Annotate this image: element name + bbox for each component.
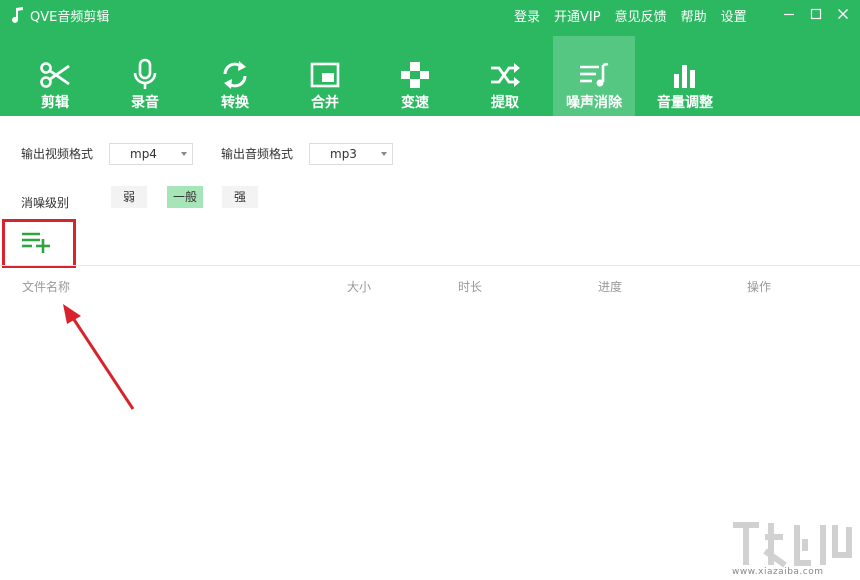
audio-format-value: mp3 bbox=[330, 147, 357, 161]
tool-label: 噪声消除 bbox=[566, 95, 622, 111]
column-duration: 时长 bbox=[458, 280, 483, 294]
tool-label: 合并 bbox=[311, 95, 339, 111]
video-format-value: mp4 bbox=[130, 147, 157, 161]
volume-bars-icon bbox=[668, 58, 702, 92]
tool-volume[interactable]: 音量调整 bbox=[644, 36, 726, 116]
tool-merge[interactable]: 合并 bbox=[284, 36, 366, 116]
tool-label: 录音 bbox=[131, 95, 159, 111]
tool-denoise[interactable]: 噪声消除 bbox=[553, 36, 635, 116]
tool-label: 提取 bbox=[491, 95, 519, 111]
close-icon[interactable] bbox=[830, 2, 856, 26]
tool-speed[interactable]: 变速 bbox=[374, 36, 456, 116]
video-format-select[interactable]: mp4 bbox=[109, 143, 193, 165]
level-strong-button[interactable]: 强 bbox=[222, 186, 258, 208]
top-links: 登录 开通VIP 意见反馈 帮助 设置 bbox=[514, 6, 761, 25]
denoise-level-label: 消噪级别 bbox=[21, 196, 70, 210]
level-normal-button[interactable]: 一般 bbox=[167, 186, 203, 208]
tool-label: 变速 bbox=[401, 95, 429, 111]
level-weak-button[interactable]: 弱 bbox=[111, 186, 147, 208]
denoise-icon bbox=[577, 58, 611, 92]
login-link[interactable]: 登录 bbox=[514, 6, 540, 25]
audio-format-select[interactable]: mp3 bbox=[309, 143, 393, 165]
column-filename: 文件名称 bbox=[22, 280, 71, 294]
tool-label: 转换 bbox=[221, 95, 249, 111]
watermark-text: www.xiazaiba.com bbox=[732, 567, 824, 577]
merge-icon bbox=[308, 58, 342, 92]
settings-link[interactable]: 设置 bbox=[721, 6, 747, 25]
title-bar: QVE音频剪辑 登录 开通VIP 意见反馈 帮助 设置 bbox=[0, 0, 860, 30]
annotation-highlight-box bbox=[2, 219, 76, 268]
tool-extract[interactable]: 提取 bbox=[464, 36, 546, 116]
column-progress: 进度 bbox=[598, 280, 623, 294]
chevron-down-icon bbox=[181, 152, 187, 156]
feedback-link[interactable]: 意见反馈 bbox=[615, 6, 667, 25]
music-note-icon bbox=[10, 6, 26, 24]
vip-link[interactable]: 开通VIP bbox=[554, 6, 601, 25]
app-title: QVE音频剪辑 bbox=[30, 10, 110, 25]
scissors-icon bbox=[38, 58, 72, 92]
column-actions: 操作 bbox=[747, 280, 772, 294]
minimize-icon[interactable] bbox=[776, 2, 802, 26]
divider bbox=[0, 265, 860, 266]
annotation-arrow bbox=[63, 304, 135, 410]
chevron-down-icon bbox=[381, 152, 387, 156]
maximize-icon[interactable] bbox=[803, 2, 829, 26]
tool-convert[interactable]: 转换 bbox=[194, 36, 276, 116]
tool-record[interactable]: 录音 bbox=[104, 36, 186, 116]
tool-label: 音量调整 bbox=[657, 95, 713, 111]
help-link[interactable]: 帮助 bbox=[681, 6, 707, 25]
app-header: QVE音频剪辑 登录 开通VIP 意见反馈 帮助 设置 剪辑 录音 转换 合并 … bbox=[0, 0, 860, 116]
shuffle-icon bbox=[488, 58, 522, 92]
audio-format-label: 输出音频格式 bbox=[221, 147, 294, 161]
video-format-label: 输出视频格式 bbox=[21, 147, 94, 161]
column-size: 大小 bbox=[347, 280, 372, 294]
microphone-icon bbox=[128, 58, 162, 92]
tool-label: 剪辑 bbox=[41, 95, 69, 111]
convert-icon bbox=[218, 58, 252, 92]
tool-cut[interactable]: 剪辑 bbox=[14, 36, 96, 116]
speed-icon bbox=[398, 58, 432, 92]
